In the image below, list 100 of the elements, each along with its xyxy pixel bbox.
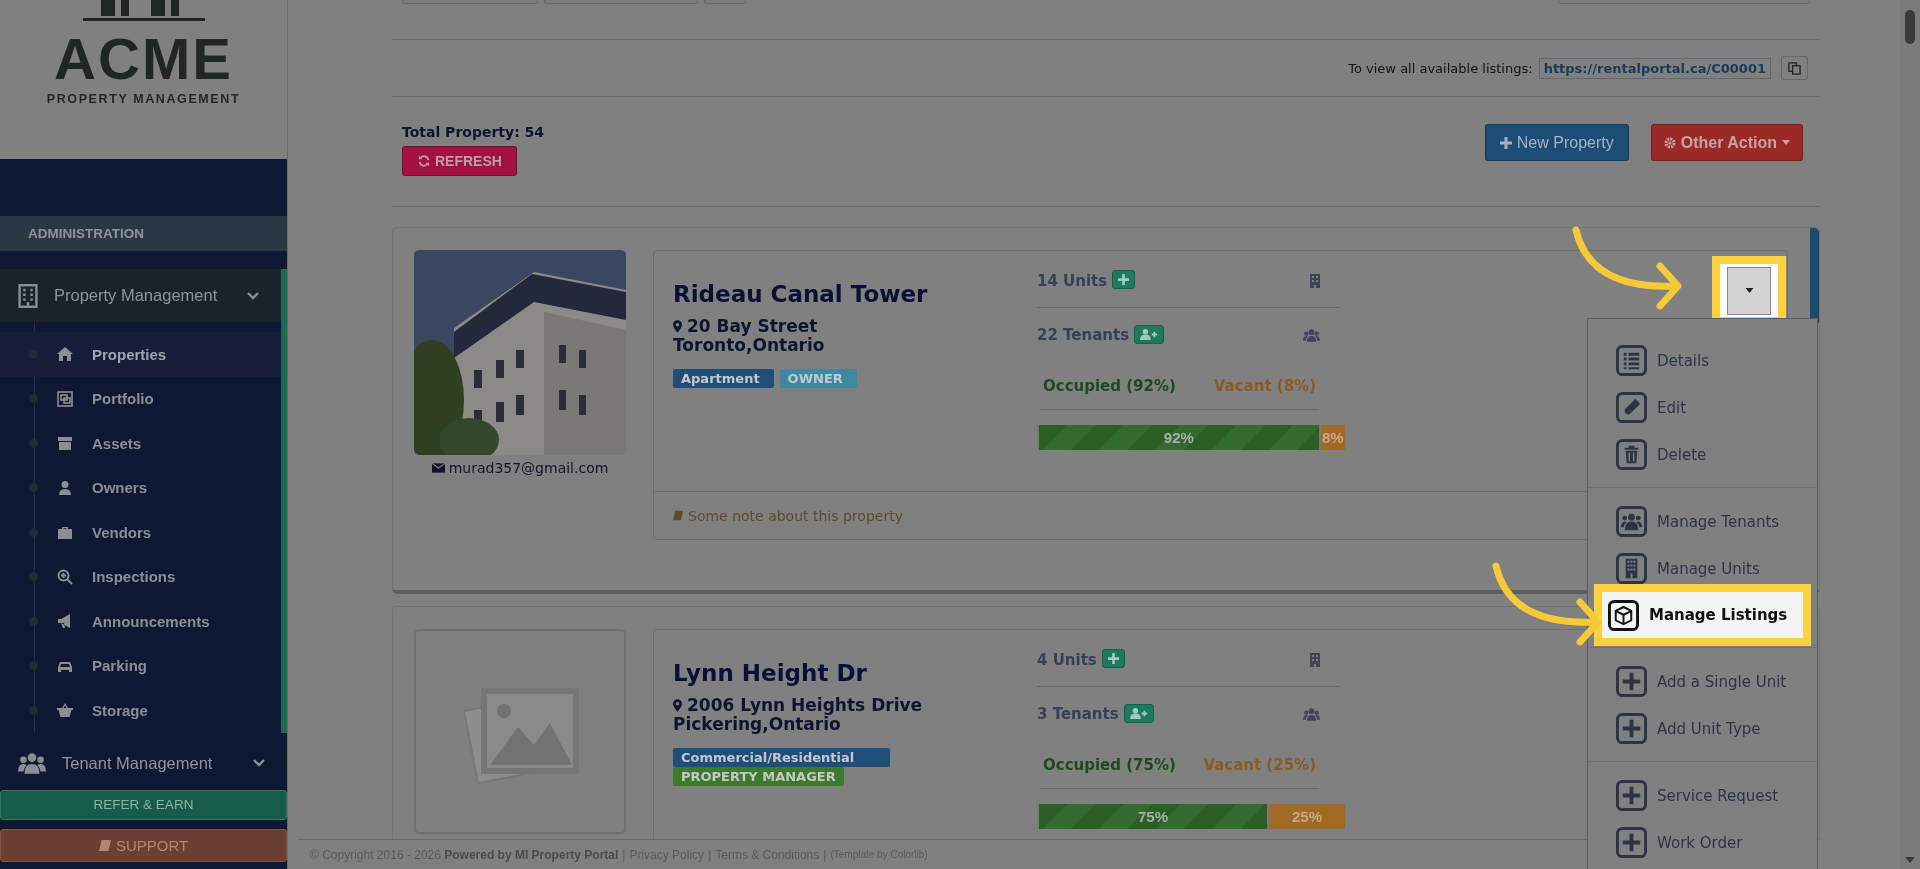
menu-item[interactable]: Service Request [1588, 772, 1817, 819]
new-property-button[interactable]: New Property [1484, 124, 1629, 161]
plus-icon [1616, 780, 1647, 811]
nav-item[interactable]: Vendors [0, 510, 281, 555]
add-user-icon [1129, 707, 1148, 719]
timeline-dot [29, 572, 38, 582]
users-icon [18, 752, 46, 775]
basket-icon [57, 702, 73, 719]
vacant-bar: 8% [1320, 425, 1345, 450]
pencil-icon [1616, 392, 1647, 423]
copy-icon [1788, 61, 1801, 75]
scrollbar-thumb[interactable] [1905, 10, 1915, 44]
menu-item[interactable]: Edit [1588, 384, 1817, 431]
nav-item[interactable]: Assets [0, 421, 281, 466]
timeline-dot [29, 616, 38, 626]
timeline-dot [29, 394, 38, 404]
property-address: 2006 Lynn Heights Drive [687, 696, 923, 715]
nav-item[interactable]: Parking [0, 643, 281, 689]
users-icon [1303, 328, 1320, 342]
property-tag: PROPERTY MANAGER [673, 767, 844, 786]
occupied-rate: Occupied (75%) [1043, 755, 1176, 774]
listings-url-field[interactable]: https://rentalportal.ca/C00001 [1538, 57, 1771, 79]
map-pin-icon [673, 320, 682, 333]
vacant-rate: Vacant (25%) [1203, 755, 1316, 774]
refresh-icon [418, 155, 430, 167]
nav-group[interactable]: Property Management [0, 269, 281, 323]
property-name: Rideau Canal Tower [673, 281, 929, 307]
building-icon [1310, 273, 1320, 288]
menu-item[interactable]: Manage Units [1588, 545, 1817, 592]
add-unit-button[interactable] [1101, 649, 1125, 668]
owner-email: murad357@gmail.com [448, 460, 609, 476]
nav-item[interactable]: Portfolio [0, 376, 281, 422]
nav-group-label: Property Management [54, 286, 219, 306]
plus-icon [1616, 827, 1647, 858]
nav-item[interactable]: Storage [0, 688, 281, 733]
chevron-icon [247, 291, 259, 300]
scrollbar[interactable] [1900, 0, 1920, 869]
add-unit-button[interactable] [1112, 270, 1136, 289]
nav-item[interactable]: Owners [0, 465, 281, 511]
add-tenant-button[interactable] [1123, 703, 1154, 723]
timeline-dot [29, 661, 38, 671]
property-tag: OWNER [779, 369, 857, 388]
chevron-icon [253, 759, 265, 768]
dropdown-toggle[interactable] [1727, 266, 1771, 315]
menu-item[interactable]: Delete [1588, 431, 1817, 478]
menu-item[interactable]: Add Unit Type [1588, 705, 1817, 752]
add-user-icon [1140, 328, 1159, 340]
briefcase-icon [57, 524, 73, 541]
trash-icon [1616, 439, 1647, 470]
users-icon [1303, 707, 1320, 721]
plus-icon [1107, 653, 1119, 664]
menu-item[interactable]: Details [1588, 337, 1817, 384]
tenants-count: 22 Tenants [1037, 326, 1130, 344]
map-pin-icon [673, 699, 682, 712]
menu-item[interactable]: Work Order [1588, 819, 1817, 866]
cube-icon [1608, 599, 1639, 631]
property-city: Toronto,Ontario [673, 336, 826, 355]
section-heading: ADMINISTRATION [0, 216, 287, 252]
property-note: Some note about this property [688, 507, 903, 524]
book-icon [98, 838, 112, 852]
support-button[interactable]: SUPPORT [0, 828, 287, 862]
property-tag: Commercial/Residential [673, 748, 891, 767]
copy-button[interactable] [1781, 56, 1808, 80]
refresh-button[interactable]: REFRESH [402, 146, 517, 176]
home-icon [57, 346, 73, 363]
nav-item[interactable]: Inspections [0, 554, 281, 600]
brand-tagline: PROPERTY MANAGEMENT [46, 92, 241, 106]
timeline-dot [29, 438, 38, 448]
occupied-bar: 92% [1039, 425, 1319, 450]
tenants-count: 3 Tenants [1037, 705, 1119, 723]
plus-icon [1616, 666, 1647, 697]
units-count: 14 Units [1037, 271, 1108, 290]
list-icon [1616, 345, 1647, 376]
timeline-dot [29, 527, 38, 537]
megaphone-icon [57, 613, 73, 630]
zoom-icon [57, 568, 73, 585]
menu-item[interactable]: Manage Tenants [1588, 498, 1817, 545]
vacant-bar: 25% [1269, 804, 1345, 829]
timeline-dot [29, 705, 38, 715]
footer-separator: | [622, 847, 626, 862]
plus-icon [1118, 274, 1130, 285]
nav-item[interactable]: Announcements [0, 599, 281, 644]
nav-item[interactable]: Properties [0, 332, 281, 377]
plus-icon [1616, 713, 1647, 744]
units-count: 4 Units [1037, 650, 1097, 669]
gear-icon [1663, 136, 1676, 149]
refer-button[interactable]: REFER & EARN [0, 789, 287, 820]
menu-item[interactable]: Add a Single Unit [1588, 658, 1817, 705]
brand-name: ACME [54, 30, 233, 88]
other-action-button[interactable]: Other Action [1650, 124, 1803, 161]
property-address: 20 Bay Street [687, 317, 818, 336]
occupied-bar: 75% [1039, 804, 1267, 829]
archive-icon [57, 435, 73, 452]
occupied-rate: Occupied (92%) [1043, 376, 1176, 395]
plus-icon [1499, 136, 1512, 149]
nav-group-label: Tenant Management [62, 753, 214, 773]
footer-separator: | [823, 847, 827, 862]
listings-label: To view all available listings: [1348, 60, 1533, 76]
building-icon [18, 283, 38, 308]
add-tenant-button[interactable] [1134, 324, 1165, 344]
